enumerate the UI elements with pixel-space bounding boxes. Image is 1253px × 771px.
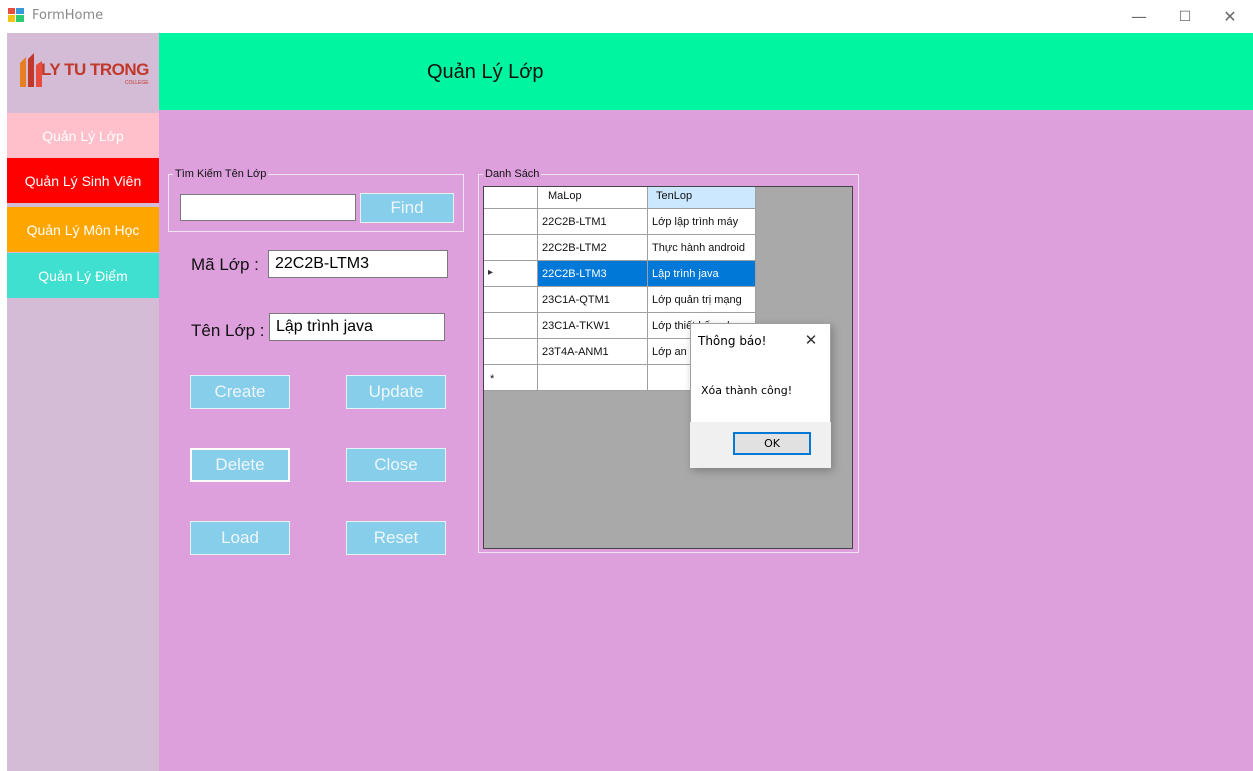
ma-lop-input[interactable]: 22C2B-LTM3: [268, 250, 448, 278]
grid-corner-header: [484, 187, 538, 209]
table-cell-malop-new[interactable]: [538, 365, 648, 391]
column-header-tenlop[interactable]: TenLop: [648, 187, 756, 209]
close-button[interactable]: Close: [346, 448, 446, 482]
dialog-close-icon[interactable]: ✕: [801, 330, 821, 350]
table-cell-malop[interactable]: 22C2B-LTM1: [538, 209, 648, 235]
close-window-button[interactable]: ✕: [1207, 0, 1253, 33]
reset-button[interactable]: Reset: [346, 521, 446, 555]
table-cell-malop[interactable]: 23T4A-ANM1: [538, 339, 648, 365]
table-cell-tenlop[interactable]: Lớp lập trình máy: [648, 209, 756, 235]
table-cell-malop[interactable]: 23C1A-QTM1: [538, 287, 648, 313]
row-header[interactable]: [484, 339, 538, 365]
search-group-legend: Tìm Kiếm Tên Lớp: [175, 168, 267, 180]
app-icon: [8, 8, 24, 22]
row-header[interactable]: [484, 287, 538, 313]
new-row-indicator-icon[interactable]: *: [484, 365, 538, 391]
table-cell-malop[interactable]: 22C2B-LTM3: [538, 261, 648, 287]
row-header[interactable]: [484, 235, 538, 261]
update-button[interactable]: Update: [346, 375, 446, 409]
table-cell-tenlop[interactable]: Lập trình java: [648, 261, 756, 287]
sidebar-item-quan-ly-mon-hoc[interactable]: Quản Lý Môn Học: [7, 207, 159, 252]
window-titlebar: [0, 0, 1253, 33]
window-title: FormHome: [32, 8, 104, 23]
search-input[interactable]: [180, 194, 356, 221]
table-cell-malop[interactable]: 23C1A-TKW1: [538, 313, 648, 339]
dialog-message: Xóa thành công!: [701, 384, 793, 397]
column-header-malop[interactable]: MaLop: [538, 187, 648, 209]
table-cell-malop[interactable]: 22C2B-LTM2: [538, 235, 648, 261]
find-button[interactable]: Find: [360, 193, 454, 223]
row-selected-indicator-icon[interactable]: ▸: [484, 261, 538, 287]
list-group-legend: Danh Sách: [485, 168, 540, 180]
ten-lop-input[interactable]: Lập trình java: [269, 313, 445, 341]
load-button[interactable]: Load: [190, 521, 290, 555]
logo-text: LY TU TRONG: [41, 60, 149, 79]
maximize-button[interactable]: ☐: [1162, 0, 1208, 33]
create-button[interactable]: Create: [190, 375, 290, 409]
sidebar-item-quan-ly-sinh-vien[interactable]: Quản Lý Sinh Viên: [7, 158, 159, 203]
logo-flame-icon: [20, 53, 42, 87]
logo-subtext: COLLEGE: [125, 80, 149, 86]
sidebar-item-quan-ly-lop[interactable]: Quản Lý Lớp: [7, 113, 159, 158]
row-header[interactable]: [484, 313, 538, 339]
minimize-button[interactable]: —: [1116, 0, 1162, 33]
dialog-ok-button[interactable]: OK: [733, 432, 811, 455]
ma-lop-label: Mã Lớp :: [191, 255, 259, 274]
ten-lop-label: Tên Lớp :: [191, 321, 265, 340]
table-cell-tenlop[interactable]: Lớp quản trị mạng: [648, 287, 756, 313]
page-title: Quản Lý Lớp: [427, 61, 544, 83]
sidebar-item-quan-ly-diem[interactable]: Quản Lý Điểm: [7, 253, 159, 298]
delete-button[interactable]: Delete: [190, 448, 290, 482]
row-header[interactable]: [484, 209, 538, 235]
dialog-title: Thông báo!: [698, 334, 767, 348]
table-cell-tenlop[interactable]: Thực hành android: [648, 235, 756, 261]
header-bar: [159, 33, 1253, 110]
logo: LY TU TRONG COLLEGE: [7, 33, 159, 110]
